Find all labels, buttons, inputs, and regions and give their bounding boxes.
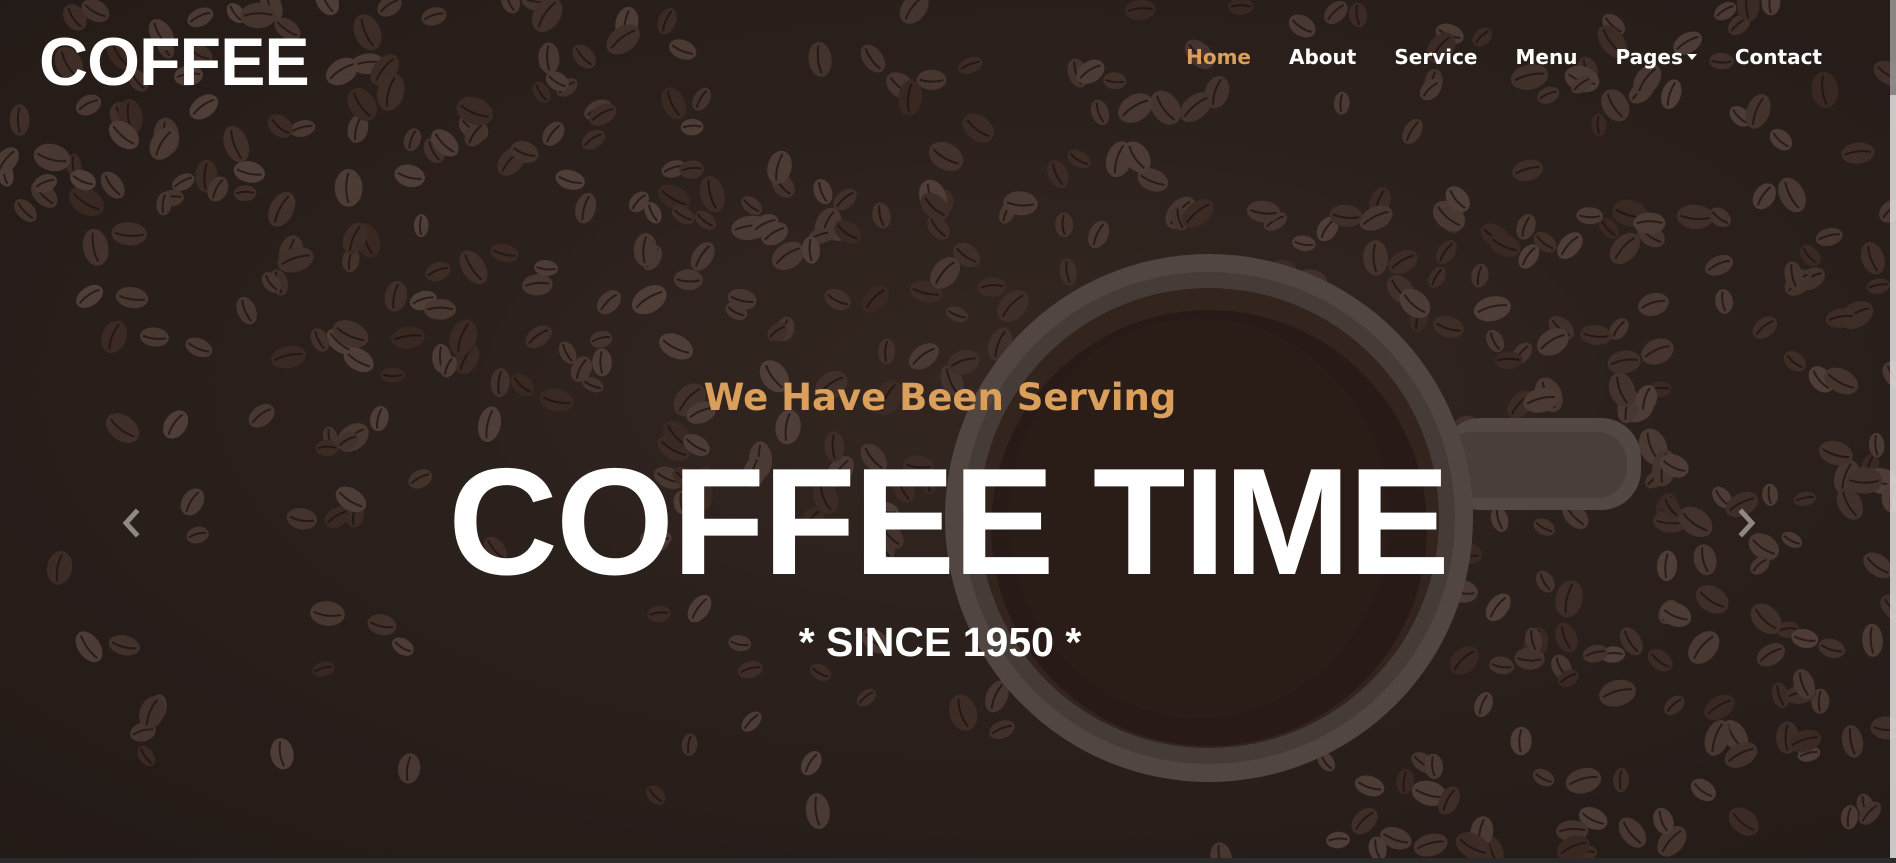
caret-down-icon: [1686, 54, 1697, 60]
hero-title: COFFEE TIME: [448, 437, 1450, 607]
nav-item-service[interactable]: Service: [1394, 45, 1477, 69]
carousel-prev-button[interactable]: [108, 500, 154, 546]
nav-item-home[interactable]: Home: [1186, 45, 1251, 69]
hero-tagline: * SINCE 1950 *: [798, 619, 1082, 665]
scrollbar[interactable]: [1890, 0, 1896, 858]
chevron-right-icon: [1738, 508, 1756, 538]
chevron-left-icon: [122, 508, 140, 538]
page-bottom-edge: [0, 858, 1896, 863]
nav-item-about[interactable]: About: [1289, 45, 1356, 69]
brand-logo[interactable]: COFFEE: [39, 20, 310, 104]
nav-item-pages[interactable]: Pages: [1615, 45, 1697, 69]
scrollbar-thumb[interactable]: [1890, 0, 1896, 95]
hero-carousel: COFFEE Home About Service Menu Pages Con…: [0, 0, 1896, 858]
hero-overlay: [0, 0, 1896, 858]
main-nav: Home About Service Menu Pages Contact: [1186, 45, 1822, 69]
nav-item-menu[interactable]: Menu: [1516, 45, 1578, 69]
hero-subtitle: We Have Been Serving: [703, 376, 1177, 419]
carousel-next-button[interactable]: [1724, 500, 1770, 546]
nav-item-pages-label: Pages: [1615, 45, 1683, 69]
nav-item-contact[interactable]: Contact: [1735, 45, 1822, 69]
